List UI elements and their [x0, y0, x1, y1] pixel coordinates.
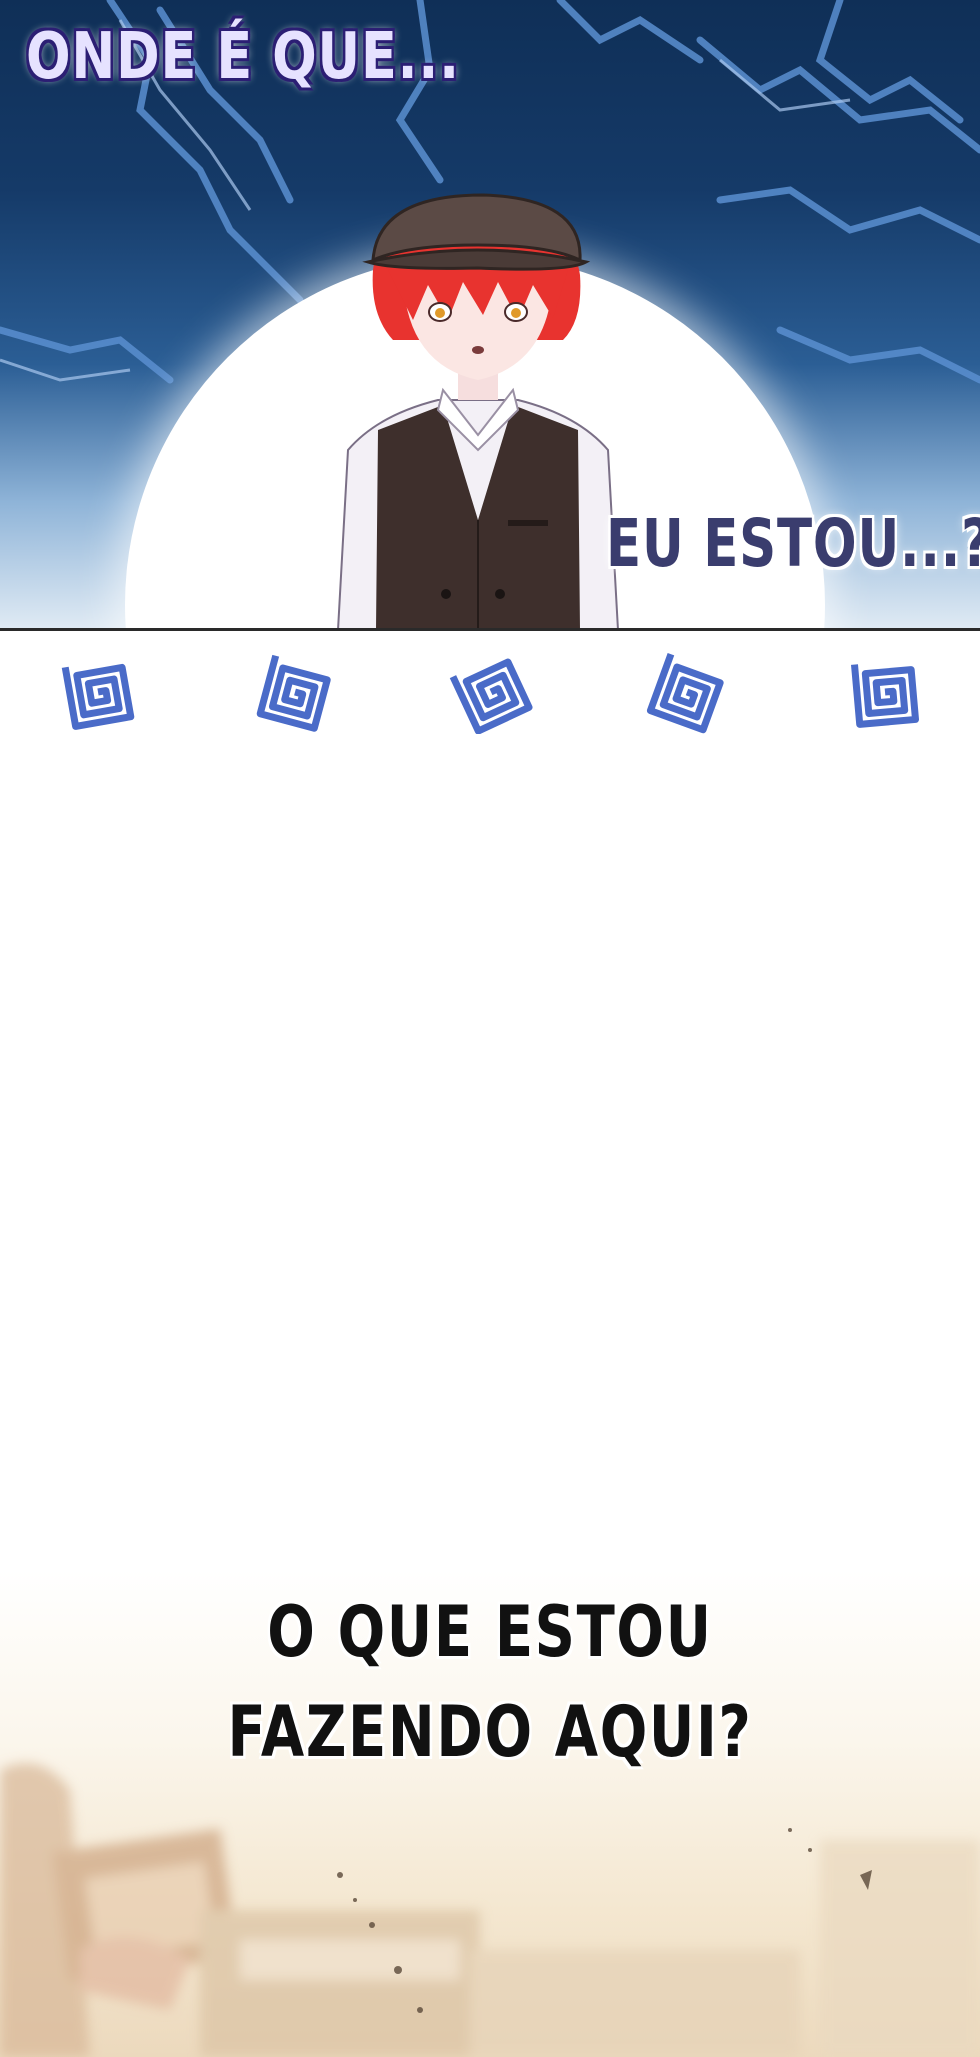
- panel-night-sky: ONDE É QUE... EU ESTOU...?: [0, 0, 980, 628]
- comic-page: ONDE É QUE... EU ESTOU...? O QUE ESTOU F…: [0, 0, 980, 2057]
- spiral-icon: [449, 658, 533, 734]
- spiral-icon: [256, 654, 331, 732]
- red-haired-boy-illustration: [337, 193, 619, 628]
- spiral-icon: [61, 663, 135, 730]
- spiral-icon: [646, 653, 724, 734]
- caption-line-1: O QUE ESTOU: [267, 1591, 713, 1673]
- dizzy-spirals-row: [0, 650, 980, 740]
- panel-border: [0, 628, 980, 631]
- caption-line-2: FAZENDO AQUI?: [227, 1691, 753, 1773]
- caption-eu-estou: EU ESTOU...?: [606, 505, 980, 582]
- spiral-icon: [851, 664, 920, 728]
- caption-onde-e-que: ONDE É QUE...: [26, 20, 460, 94]
- caption-o-que-estou-fazendo-aqui: O QUE ESTOU FAZENDO AQUI?: [0, 1582, 980, 1782]
